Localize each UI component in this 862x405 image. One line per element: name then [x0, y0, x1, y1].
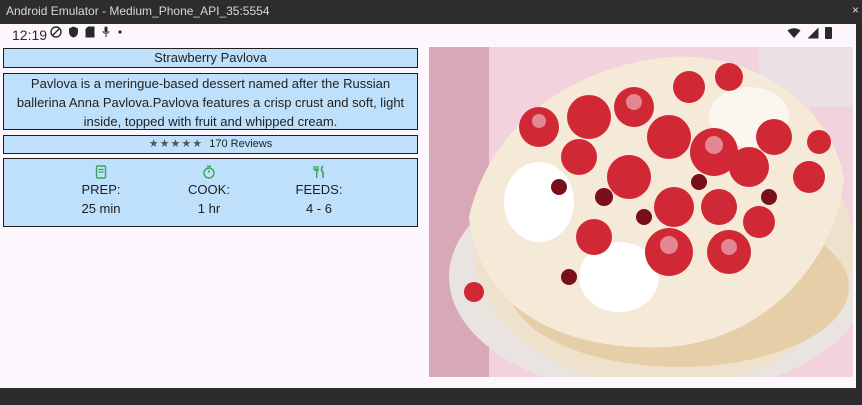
cook-info: COOK: 1 hr — [169, 165, 249, 219]
emulator-window-title: Android Emulator - Medium_Phone_API_35:5… — [0, 0, 862, 24]
review-count: 170 Reviews — [209, 138, 273, 150]
prep-value: 25 min — [81, 201, 121, 216]
close-icon[interactable]: × — [852, 0, 862, 22]
feeds-label: FEEDS: — [295, 182, 343, 197]
do-not-disturb-icon — [50, 26, 62, 38]
sd-card-icon — [85, 26, 95, 38]
wifi-icon — [787, 28, 801, 38]
signal-icon — [807, 27, 819, 39]
prep-label: PREP: — [81, 182, 121, 197]
device-screen: 12:19 Strawberry Pavlova Pavlova is a me… — [0, 24, 856, 388]
battery-icon — [825, 27, 832, 39]
pavlova-photo — [429, 47, 853, 377]
recipe-title: Strawberry Pavlova — [3, 48, 418, 68]
status-bar: 12:19 — [0, 24, 856, 46]
recipe-rating: ★★★★★ 170 Reviews — [3, 135, 418, 154]
mic-icon — [102, 26, 110, 37]
feeds-value: 4 - 6 — [305, 201, 332, 216]
more-notifications-dot-icon — [118, 30, 122, 34]
emulator-side-edge — [856, 24, 862, 405]
star-rating-icon: ★★★★★ — [148, 138, 204, 150]
pavlova-illustration — [429, 47, 853, 377]
recipe-info-panel: PREP: 25 min COOK: 1 hr FEEDS: 4 - 6 — [3, 158, 418, 227]
shield-icon — [69, 26, 78, 38]
status-time: 12:19 — [12, 27, 48, 43]
cook-value: 1 hr — [197, 201, 221, 216]
timer-icon — [203, 165, 215, 179]
status-system-icons — [787, 27, 832, 39]
prep-info: PREP: 25 min — [61, 165, 141, 219]
cook-label: COOK: — [188, 182, 230, 197]
status-notification-icons — [50, 26, 123, 38]
cutlery-icon — [313, 165, 324, 178]
recipe-description: Pavlova is a meringue-based dessert name… — [3, 73, 418, 130]
book-icon — [95, 165, 107, 179]
feeds-info: FEEDS: 4 - 6 — [279, 165, 359, 219]
